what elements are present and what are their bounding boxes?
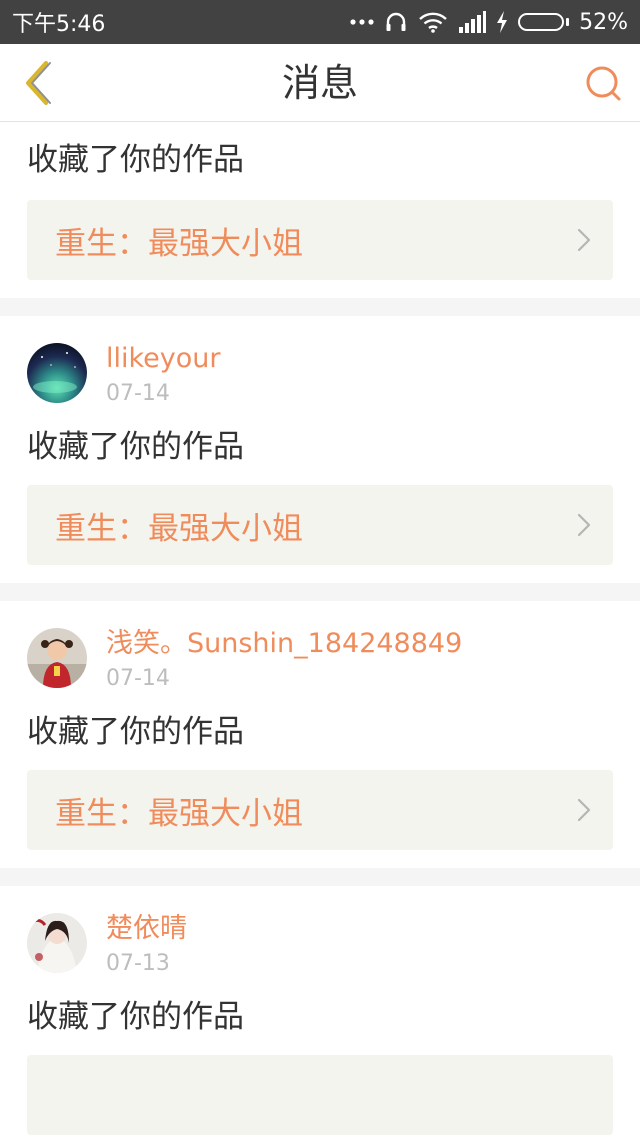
work-title: 重生：最强大小姐: [55, 510, 303, 547]
chevron-right-icon: [577, 798, 591, 822]
status-time: 下午5:46: [12, 12, 106, 37]
username[interactable]: 楚依晴: [106, 913, 613, 945]
work-link[interactable]: 重生：最强大小姐: [27, 200, 613, 280]
message-date: 07-14: [106, 666, 170, 691]
username[interactable]: 浅笑。Sunshin_184248849: [106, 628, 613, 660]
avatar[interactable]: [27, 913, 87, 973]
battery-percent: 52%: [579, 9, 628, 35]
status-bar: 下午5:46 52%: [0, 0, 640, 44]
user-row[interactable]: llikeyour 07-14: [27, 343, 613, 409]
message-date: 07-14: [106, 381, 170, 406]
more-dots-icon: [350, 18, 374, 26]
work-link[interactable]: [27, 1055, 613, 1135]
battery-icon: [518, 13, 570, 31]
signal-icon: [458, 11, 487, 33]
action-text: 收藏了你的作品: [27, 429, 244, 465]
user-row[interactable]: 楚依晴 07-13: [27, 913, 613, 979]
screen: 下午5:46 52% 消息 收藏了你的作品 重生：最强大小姐 llikeyour…: [0, 0, 640, 1138]
avatar[interactable]: [27, 343, 87, 403]
page-title: 消息: [281, 61, 358, 105]
message-card: llikeyour 07-14 收藏了你的作品 重生：最强大小姐: [0, 316, 640, 583]
message-card: 楚依晴 07-13 收藏了你的作品: [0, 886, 640, 1138]
chevron-right-icon: [577, 228, 591, 252]
user-row[interactable]: 浅笑。Sunshin_184248849 07-14: [27, 628, 613, 694]
action-text: 收藏了你的作品: [27, 714, 244, 750]
chevron-right-icon: [577, 513, 591, 537]
wifi-icon: [418, 11, 448, 33]
message-date: 07-13: [106, 951, 170, 976]
search-icon: [586, 66, 621, 101]
avatar[interactable]: [27, 628, 87, 688]
headphones-icon: [384, 10, 408, 34]
charging-icon: [496, 11, 508, 33]
message-card: 浅笑。Sunshin_184248849 07-14 收藏了你的作品 重生：最强…: [0, 601, 640, 868]
status-icons: 52%: [350, 10, 628, 35]
action-text: 收藏了你的作品: [27, 999, 244, 1035]
header: 消息: [0, 44, 640, 122]
username[interactable]: llikeyour: [106, 343, 613, 375]
message-list: 收藏了你的作品 重生：最强大小姐 llikeyour 07-14 收藏了你的作品…: [0, 122, 640, 1138]
action-text: 收藏了你的作品: [27, 142, 244, 178]
message-card: 收藏了你的作品 重生：最强大小姐: [0, 122, 640, 298]
search-button[interactable]: [582, 62, 626, 106]
work-link[interactable]: 重生：最强大小姐: [27, 485, 613, 565]
work-link[interactable]: 重生：最强大小姐: [27, 770, 613, 850]
work-title: 重生：最强大小姐: [55, 795, 303, 832]
work-title: 重生：最强大小姐: [55, 225, 303, 262]
